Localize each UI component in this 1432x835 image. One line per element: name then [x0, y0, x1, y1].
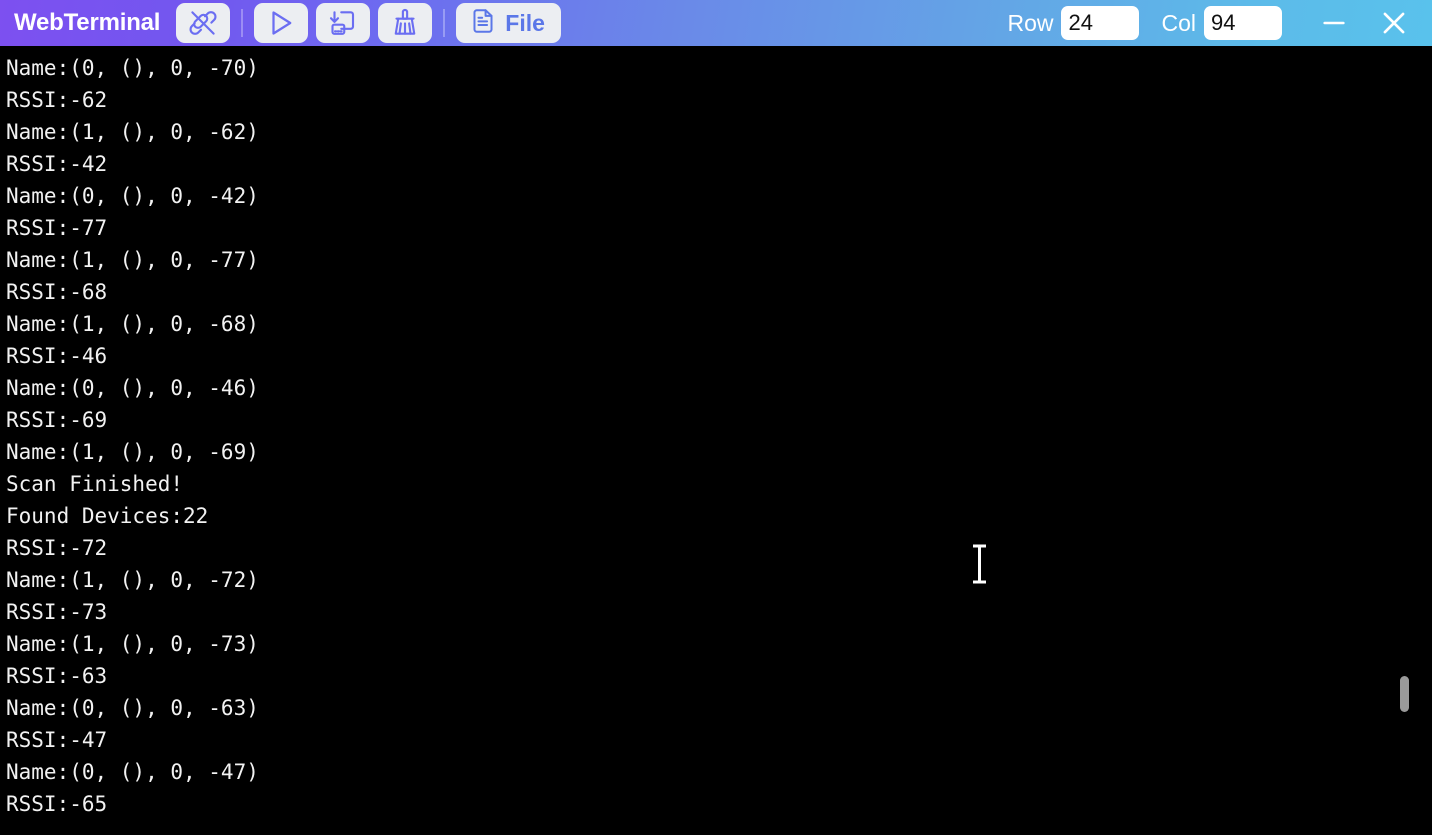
document-icon	[469, 7, 497, 40]
terminal-line: Name:(1, (), 0, -73)	[6, 632, 259, 656]
terminal-line: Name:(0, (), 0, -70)	[6, 56, 259, 80]
terminal-line: RSSI:-68	[6, 280, 108, 304]
toolbar-divider-2	[443, 9, 446, 37]
col-input[interactable]	[1204, 6, 1282, 40]
minimize-button[interactable]	[1312, 1, 1356, 45]
clear-button[interactable]	[378, 3, 433, 43]
terminal-line: RSSI:-42	[6, 152, 108, 176]
terminal-line: Name:(1, (), 0, -69)	[6, 440, 259, 464]
terminal-line: RSSI:-62	[6, 88, 108, 112]
terminal-line: Name:(0, (), 0, -47)	[6, 760, 259, 784]
col-control: Col	[1161, 6, 1282, 40]
terminal-line: Name:(1, (), 0, -77)	[6, 248, 259, 272]
save-to-device-icon	[328, 8, 358, 38]
terminal-line: Scan Finished!	[6, 472, 184, 496]
terminal-line: Name:(1, (), 0, -72)	[6, 568, 259, 592]
terminal-scrollbar-track[interactable]	[1400, 46, 1432, 835]
terminal-line: RSSI:-72	[6, 536, 108, 560]
terminal-line: Name:(0, (), 0, -42)	[6, 184, 259, 208]
terminal-line: RSSI:-47	[6, 728, 108, 752]
terminal-line: Name:(0, (), 0, -46)	[6, 376, 259, 400]
terminal-line: RSSI:-69	[6, 408, 108, 432]
file-button[interactable]: File	[456, 3, 561, 43]
save-button[interactable]	[316, 3, 371, 43]
terminal-line: RSSI:-46	[6, 344, 108, 368]
row-label: Row	[1007, 9, 1054, 36]
close-button[interactable]	[1372, 1, 1416, 45]
run-button[interactable]	[254, 3, 309, 43]
terminal-line: Name:(1, (), 0, -62)	[6, 120, 259, 144]
terminal-line: Name:(0, (), 0, -63)	[6, 696, 259, 720]
broken-link-icon	[188, 8, 218, 38]
terminal-line: Name:(1, (), 0, -68)	[6, 312, 259, 336]
disconnect-button[interactable]	[176, 3, 231, 43]
play-icon	[266, 8, 296, 38]
title-bar: WebTerminal File Row 24 Col 94	[0, 0, 1432, 46]
web-terminal-window: WebTerminal File Row 24 Col 94 Name:(0, …	[0, 0, 1432, 835]
file-button-label: File	[505, 9, 545, 36]
toolbar-divider-1	[241, 9, 244, 37]
app-title: WebTerminal	[14, 9, 161, 36]
terminal-scrollbar-thumb[interactable]	[1400, 676, 1409, 712]
row-input[interactable]	[1061, 6, 1140, 40]
col-label: Col	[1161, 9, 1196, 36]
terminal-output[interactable]: Name:(0, (), 0, -70) RSSI:-62 Name:(1, (),…	[0, 46, 1432, 835]
terminal-line: RSSI:-77	[6, 216, 108, 240]
terminal-line: Found Devices:22	[6, 504, 209, 528]
terminal-line: RSSI:-65	[6, 792, 108, 816]
terminal-line: RSSI:-73	[6, 600, 108, 624]
minimize-icon	[1319, 8, 1349, 38]
terminal-line-list: Name:(0, (), 0, -70) RSSI:-62 Name:(1, (),…	[6, 52, 259, 820]
text-ibeam-cursor	[971, 544, 988, 584]
broom-icon	[390, 8, 420, 38]
row-control: Row	[1007, 6, 1140, 40]
terminal-line: RSSI:-63	[6, 664, 108, 688]
close-icon	[1378, 7, 1410, 39]
